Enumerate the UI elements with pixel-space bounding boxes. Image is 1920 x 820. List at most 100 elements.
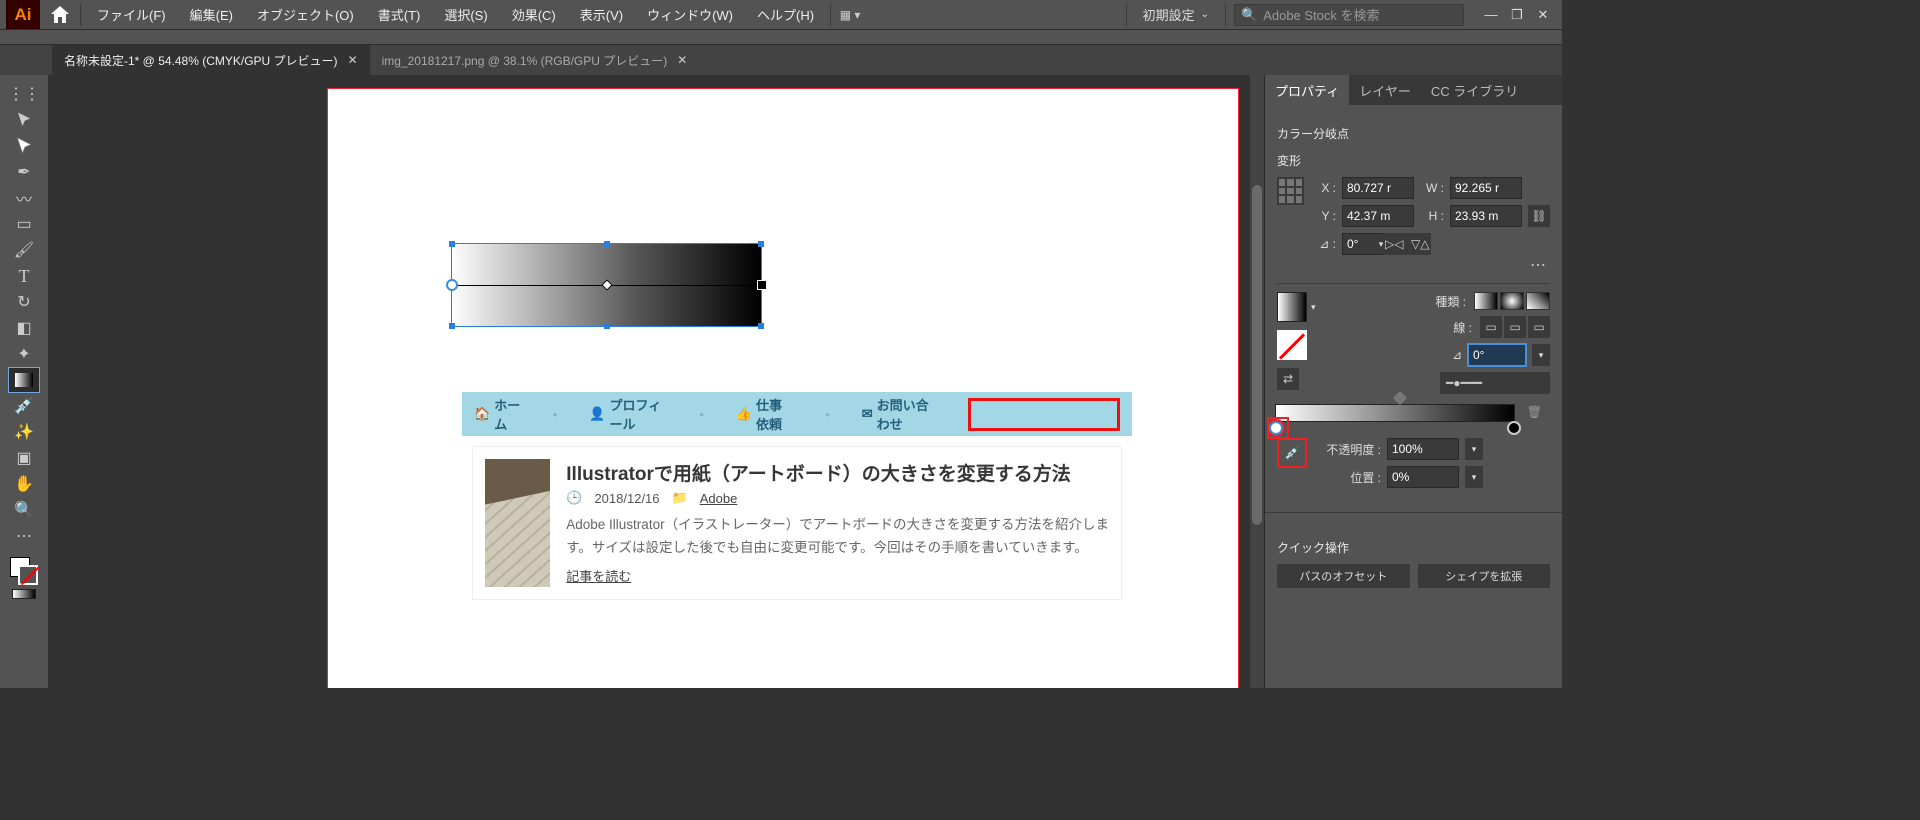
document-tab[interactable]: 名称未設定-1* @ 54.48% (CMYK/GPU プレビュー) ✕ [52, 45, 370, 75]
mock-nav-home: 🏠ホーム [474, 395, 521, 433]
gradient-slider[interactable]: 🗑 [1275, 404, 1515, 422]
resize-handle[interactable] [758, 241, 764, 247]
stroke-gradient-across-icon[interactable]: ▭ [1528, 316, 1550, 338]
w-label: W : [1420, 181, 1444, 195]
gradient-end-stop[interactable] [757, 280, 767, 290]
scrollbar-thumb[interactable] [1252, 185, 1262, 525]
shape-builder-tool-icon[interactable]: ✦ [8, 341, 40, 367]
flip-vertical-icon[interactable]: ▽△ [1409, 233, 1431, 255]
window-restore-icon[interactable]: ❐ [1504, 4, 1530, 26]
menu-view[interactable]: 表示(V) [572, 5, 631, 24]
color-picker-eyedropper[interactable]: 💉 [1277, 438, 1307, 468]
rotate-tool-icon[interactable]: ↻ [8, 289, 40, 315]
window-close-icon[interactable]: ✕ [1530, 4, 1556, 26]
mock-article-card: Illustratorで用紙（アートボード）の大きさを変更する方法 🕒2018/… [472, 446, 1122, 600]
gradient-swatch-icon[interactable] [12, 589, 36, 599]
h-input[interactable] [1450, 205, 1522, 227]
chevron-down-icon[interactable]: ▾ [1465, 466, 1483, 488]
gradient-start-stop[interactable] [446, 279, 458, 291]
gradient-type-label: 種類 : [1435, 293, 1466, 310]
tab-cc-libraries[interactable]: CC ライブラリ [1421, 75, 1528, 105]
symbol-sprayer-tool-icon[interactable]: ✨ [8, 419, 40, 445]
gradient-type-freeform[interactable] [1526, 292, 1550, 310]
placed-image: 🏠ホーム• 👤プロフィール• 👍仕事依頼• ✉お問い合わせ Illustrato… [462, 392, 1132, 610]
expand-shape-button[interactable]: シェイプを拡張 [1418, 564, 1551, 588]
control-bar [0, 29, 1562, 45]
gradient-stroke-swatch[interactable] [1277, 330, 1307, 360]
y-input[interactable] [1342, 205, 1414, 227]
paintbrush-tool-icon[interactable]: 🖌 [8, 237, 40, 263]
grip-icon[interactable]: ⋮⋮ [8, 81, 40, 107]
flip-horizontal-icon[interactable]: ▷◁ [1383, 233, 1405, 255]
menu-effect[interactable]: 効果(C) [504, 5, 564, 24]
gradient-fill-swatch[interactable] [1277, 292, 1307, 322]
panel-more-icon[interactable]: ⋯ [1526, 255, 1550, 275]
eyedropper-tool-icon[interactable]: 💉 [8, 393, 40, 419]
chevron-down-icon[interactable]: ▾ [1465, 438, 1483, 460]
reference-point[interactable] [1277, 177, 1304, 205]
w-input[interactable] [1450, 177, 1522, 199]
offset-path-button[interactable]: パスのオフセット [1277, 564, 1410, 588]
resize-handle[interactable] [604, 323, 610, 329]
vertical-scrollbar[interactable] [1250, 75, 1264, 688]
tab-layers[interactable]: レイヤー [1349, 75, 1421, 105]
stroke-gradient-along-icon[interactable]: ▭ [1504, 316, 1526, 338]
workspace-switcher[interactable]: 初期設定 ⌄ [1135, 5, 1217, 24]
eraser-tool-icon[interactable]: ◧ [8, 315, 40, 341]
chevron-down-icon[interactable]: ▾ [1532, 344, 1550, 366]
direct-selection-tool-icon[interactable] [8, 133, 40, 159]
close-icon[interactable]: ✕ [348, 53, 358, 67]
zoom-tool-icon[interactable]: 🔍 [8, 497, 40, 523]
arrange-docs-icon[interactable]: ▦ ▾ [839, 4, 861, 26]
link-wh-icon[interactable]: ⛓ [1528, 205, 1550, 227]
hand-tool-icon[interactable]: ✋ [8, 471, 40, 497]
position-input[interactable] [1387, 466, 1459, 488]
document-tab[interactable]: img_20181217.png @ 38.1% (RGB/GPU プレビュー)… [370, 45, 700, 75]
tools-panel: ⋮⋮ ✒ 〰 ▭ 🖌 T ↻ ◧ ✦ 💉 ✨ ▣ ✋ 🔍 ⋯ [0, 75, 48, 688]
gradient-color-stop[interactable] [1507, 421, 1521, 435]
stroke-swatch[interactable] [18, 565, 38, 585]
section-transform-title: 変形 [1277, 152, 1550, 169]
fill-stroke-swatch[interactable] [10, 557, 38, 585]
selected-gradient-rect[interactable] [451, 243, 762, 327]
window-minimize-icon[interactable]: ― [1478, 4, 1504, 26]
resize-handle[interactable] [449, 323, 455, 329]
resize-handle[interactable] [449, 241, 455, 247]
gradient-angle-input[interactable] [1468, 344, 1526, 366]
edit-toolbar-icon[interactable]: ⋯ [8, 523, 40, 549]
menu-window[interactable]: ウィンドウ(W) [639, 5, 741, 24]
menu-file[interactable]: ファイル(F) [89, 5, 174, 24]
close-icon[interactable]: ✕ [677, 53, 687, 67]
menu-edit[interactable]: 編集(E) [182, 5, 241, 24]
menu-type[interactable]: 書式(T) [370, 5, 429, 24]
x-input[interactable] [1342, 177, 1414, 199]
resize-handle[interactable] [604, 241, 610, 247]
trash-icon[interactable]: 🗑 [1527, 405, 1542, 419]
pen-tool-icon[interactable]: ✒ [8, 159, 40, 185]
chevron-down-icon[interactable]: ▾ ▷◁ ▽△ [1396, 233, 1414, 255]
canvas[interactable]: 🏠ホーム• 👤プロフィール• 👍仕事依頼• ✉お問い合わせ Illustrato… [48, 75, 1264, 688]
home-icon[interactable] [48, 3, 72, 27]
angle-label: ⊿ : [1312, 237, 1336, 251]
type-tool-icon[interactable]: T [8, 263, 40, 289]
artboard-tool-icon[interactable]: ▣ [8, 445, 40, 471]
reverse-gradient-icon[interactable]: ⇄ [1277, 368, 1299, 390]
menu-select[interactable]: 選択(S) [436, 5, 495, 24]
gradient-type-radial[interactable] [1500, 292, 1524, 310]
aspect-ratio-icon[interactable]: ━●━━━ [1440, 372, 1550, 394]
stock-search[interactable]: 🔍 Adobe Stock を検索 [1234, 4, 1464, 26]
menu-help[interactable]: ヘルプ(H) [749, 5, 822, 24]
app-logo: Ai [6, 0, 40, 29]
gradient-type-linear[interactable] [1474, 292, 1498, 310]
selection-tool-icon[interactable] [8, 107, 40, 133]
opacity-input[interactable] [1387, 438, 1459, 460]
rectangle-tool-icon[interactable]: ▭ [8, 211, 40, 237]
resize-handle[interactable] [758, 323, 764, 329]
menu-object[interactable]: オブジェクト(O) [249, 5, 362, 24]
gradient-tool-icon[interactable] [8, 367, 40, 393]
chevron-down-icon[interactable]: ▾ [1311, 302, 1316, 313]
curvature-tool-icon[interactable]: 〰 [8, 185, 40, 211]
gradient-color-stop[interactable] [1269, 421, 1283, 435]
tab-properties[interactable]: プロパティ [1265, 75, 1349, 105]
stroke-gradient-within-icon[interactable]: ▭ [1480, 316, 1502, 338]
